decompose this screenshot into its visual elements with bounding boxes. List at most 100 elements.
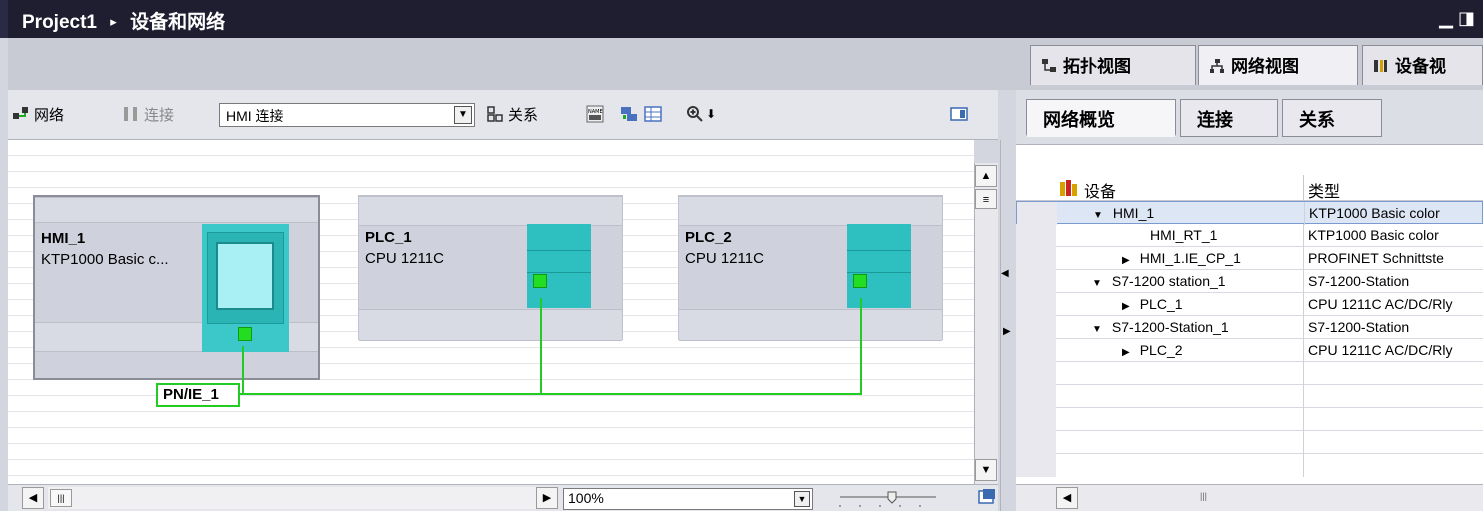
tab-label: 连接 xyxy=(1197,110,1233,130)
plc-module-icon[interactable] xyxy=(847,224,911,308)
connection-type-value: HMI 连接 xyxy=(226,108,284,124)
table-row[interactable]: ▼ S7-1200-Station_1 S7-1200-Station xyxy=(1016,316,1483,339)
device-name: HMI_1 xyxy=(1112,205,1155,221)
connection-type-select[interactable]: HMI 连接 ▼ xyxy=(219,103,475,127)
device-type: CPU 1211C AC/DC/Rly xyxy=(1308,342,1453,358)
connect-icon xyxy=(124,107,137,121)
overview-navigator-icon[interactable] xyxy=(978,488,996,506)
scroll-thumb[interactable]: ≡ xyxy=(975,189,997,209)
title-bar: Project1 ▸ 设备和网络 ▁ ◨ xyxy=(0,0,1483,38)
device-name: HMI_RT_1 xyxy=(1150,227,1218,243)
network-label[interactable]: PN/IE_1 xyxy=(156,383,240,407)
window-controls: ▁ ◨ xyxy=(1439,8,1475,29)
collapse-triangle-icon[interactable]: ▼ xyxy=(1092,278,1102,289)
table-header: 设备 类型 xyxy=(1016,175,1483,201)
network-line[interactable] xyxy=(242,346,244,394)
table-row-empty xyxy=(1016,385,1483,408)
zoom-slider[interactable] xyxy=(838,489,938,509)
device-type: S7-1200-Station xyxy=(1308,273,1410,289)
device-name: PLC_2 xyxy=(1139,342,1183,358)
scroll-left-icon[interactable]: ◀ xyxy=(1056,487,1078,509)
restore-icon[interactable]: ◨ xyxy=(1458,8,1475,28)
tab-connections[interactable]: 连接 xyxy=(1180,99,1278,137)
relation-icon xyxy=(487,106,503,122)
table-row[interactable]: ▶ HMI_1.IE_CP_1 PROFINET Schnittste xyxy=(1016,247,1483,270)
station-name: HMI_1 xyxy=(41,230,86,247)
connect-button[interactable]: 连接 xyxy=(144,104,174,125)
tab-relations[interactable]: 关系 xyxy=(1282,99,1382,137)
plc-port-icon[interactable] xyxy=(533,274,547,288)
chevron-down-icon[interactable]: ▼ xyxy=(454,106,472,124)
panel-splitter[interactable]: ◀ ▶ xyxy=(1000,140,1014,511)
svg-text:NAME: NAME xyxy=(588,109,603,115)
table-row-empty xyxy=(1016,454,1483,477)
canvas-horizontal-scrollbar[interactable]: ||| xyxy=(48,487,536,509)
chevron-down-icon[interactable]: ▼ xyxy=(794,491,810,507)
table-row-empty xyxy=(1016,362,1483,385)
scroll-thumb[interactable]: ||| xyxy=(1200,491,1207,501)
tab-device-view[interactable]: 设备视 xyxy=(1362,45,1483,85)
network-line[interactable] xyxy=(860,298,862,394)
breadcrumb-arrow-icon: ▸ xyxy=(110,14,117,29)
scroll-down-icon[interactable]: ▼ xyxy=(975,459,997,481)
breadcrumb: Project1 ▸ 设备和网络 xyxy=(22,7,225,34)
table-horizontal-scrollbar[interactable]: ◀ ||| xyxy=(1016,484,1483,511)
tab-network-view[interactable]: 网络视图 xyxy=(1198,45,1358,85)
tab-topology-view[interactable]: 拓扑视图 xyxy=(1030,45,1196,85)
minimize-icon[interactable]: ▁ xyxy=(1439,8,1453,28)
table-row[interactable]: HMI_RT_1 KTP1000 Basic color xyxy=(1016,224,1483,247)
station-name: PLC_2 xyxy=(685,229,732,246)
canvas-vertical-scrollbar[interactable]: ▲ ≡ ▼ xyxy=(974,163,998,484)
name-label-icon[interactable]: NAME xyxy=(586,105,604,123)
tab-network-overview[interactable]: 网络概览 xyxy=(1026,99,1176,137)
device-type: KTP1000 Basic color xyxy=(1308,227,1439,243)
tab-label: 网络概览 xyxy=(1043,110,1115,130)
station-hmi-1[interactable]: HMI_1 KTP1000 Basic c... xyxy=(33,195,320,380)
station-plc-2[interactable]: PLC_2 CPU 1211C xyxy=(678,195,943,341)
station-type: CPU 1211C xyxy=(365,250,444,267)
project-name[interactable]: Project1 xyxy=(22,12,97,33)
plc-port-icon[interactable] xyxy=(853,274,867,288)
collapse-triangle-icon[interactable]: ▼ xyxy=(1093,210,1103,221)
tab-label: 拓扑视图 xyxy=(1063,57,1131,76)
network-line[interactable] xyxy=(240,393,862,395)
network-button[interactable]: 网络 xyxy=(34,104,64,125)
column-header-type[interactable]: 类型 xyxy=(1308,178,1340,202)
device-filter-icon[interactable] xyxy=(1058,179,1080,197)
tab-label: 设备视 xyxy=(1395,57,1446,76)
collapse-triangle-icon[interactable]: ▼ xyxy=(1092,324,1102,335)
station-name: PLC_1 xyxy=(365,229,412,246)
scroll-left-icon[interactable]: ◀ xyxy=(22,487,44,509)
collapse-right-icon[interactable]: ▶ xyxy=(1003,326,1011,337)
expand-triangle-icon[interactable]: ▶ xyxy=(1122,347,1130,358)
collapse-left-icon[interactable]: ◀ xyxy=(1001,268,1009,279)
table-row[interactable]: ▶ PLC_2 CPU 1211C AC/DC/Rly xyxy=(1016,339,1483,362)
hmi-port-icon[interactable] xyxy=(238,327,252,341)
canvas-status-bar: ◀ ||| ▶ 100% ▼ xyxy=(8,484,998,511)
expand-triangle-icon[interactable]: ▶ xyxy=(1122,255,1130,266)
station-type: KTP1000 Basic c... xyxy=(41,251,169,268)
device-name: S7-1200-Station_1 xyxy=(1111,319,1229,335)
scroll-thumb[interactable]: ||| xyxy=(50,489,72,507)
address-icon[interactable] xyxy=(620,105,638,123)
station-plc-1[interactable]: PLC_1 CPU 1211C xyxy=(358,195,623,341)
plc-module-icon[interactable] xyxy=(527,224,591,308)
zoom-select[interactable]: 100% ▼ xyxy=(563,488,813,510)
scroll-up-icon[interactable]: ▲ xyxy=(975,165,997,187)
table-row[interactable]: ▶ PLC_1 CPU 1211C AC/DC/Rly xyxy=(1016,293,1483,316)
zoom-options-icon[interactable]: ⬇ xyxy=(706,107,716,121)
page-title: 设备和网络 xyxy=(130,12,226,33)
relation-button[interactable]: 关系 xyxy=(508,104,538,125)
zoom-in-icon[interactable] xyxy=(686,105,704,123)
toggle-overview-icon[interactable] xyxy=(950,105,968,123)
column-header-device[interactable]: 设备 xyxy=(1084,178,1116,202)
scroll-right-icon[interactable]: ▶ xyxy=(536,487,558,509)
table-row[interactable]: ▼ HMI_1 KTP1000 Basic color xyxy=(1016,201,1483,225)
table-layout-icon[interactable] xyxy=(644,105,662,123)
expand-triangle-icon[interactable]: ▶ xyxy=(1122,301,1130,312)
device-name: HMI_1.IE_CP_1 xyxy=(1139,250,1241,266)
table-row[interactable]: ▼ S7-1200 station_1 S7-1200-Station xyxy=(1016,270,1483,293)
hmi-panel-icon[interactable] xyxy=(202,224,289,352)
network-line[interactable] xyxy=(540,298,542,394)
network-canvas[interactable]: HMI_1 KTP1000 Basic c... PLC_1 CPU 1211C xyxy=(8,140,974,484)
